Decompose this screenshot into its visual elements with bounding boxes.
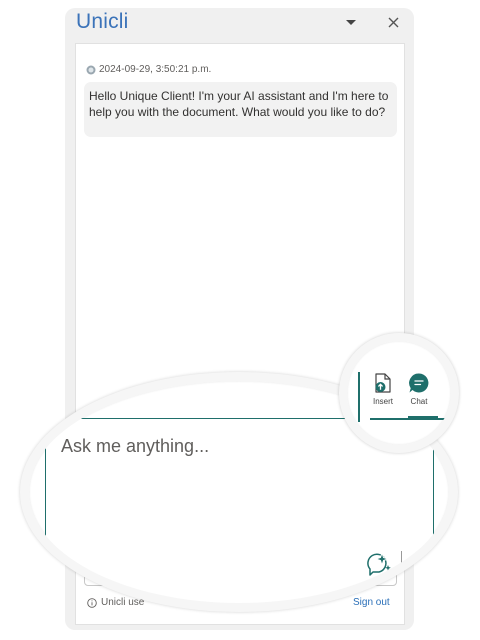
pane-title: Unicli bbox=[76, 10, 129, 33]
insert-document-icon bbox=[375, 373, 391, 393]
assistant-avatar-icon bbox=[86, 65, 96, 74]
tab-chat[interactable]: Chat bbox=[399, 372, 439, 414]
tab-insert-label: Insert bbox=[372, 397, 393, 406]
active-tab-indicator bbox=[408, 416, 438, 418]
tab-insert[interactable]: Insert bbox=[363, 372, 403, 414]
message-input-placeholder: Ask me anything... bbox=[61, 436, 210, 456]
pane-close-button[interactable] bbox=[382, 11, 404, 33]
pane-menu-button[interactable] bbox=[341, 13, 361, 33]
message-timestamp: 2024-09-29, 3:50:21 p.m. bbox=[99, 64, 212, 75]
tab-divider bbox=[358, 372, 360, 422]
message-meta: 2024-09-29, 3:50:21 p.m. bbox=[86, 64, 211, 75]
assistant-message: Hello Unique Client! I'm your AI assista… bbox=[84, 82, 397, 137]
chevron-down-icon bbox=[346, 20, 356, 25]
magnifier-tabs-zoom: Insert Chat bbox=[339, 333, 459, 453]
close-icon bbox=[388, 17, 398, 27]
tab-baseline bbox=[370, 418, 451, 420]
tab-chat-label: Chat bbox=[410, 397, 428, 406]
chat-icon bbox=[409, 373, 429, 393]
ai-sparkle-send-icon[interactable] bbox=[364, 548, 394, 578]
input-divider bbox=[401, 551, 402, 565]
